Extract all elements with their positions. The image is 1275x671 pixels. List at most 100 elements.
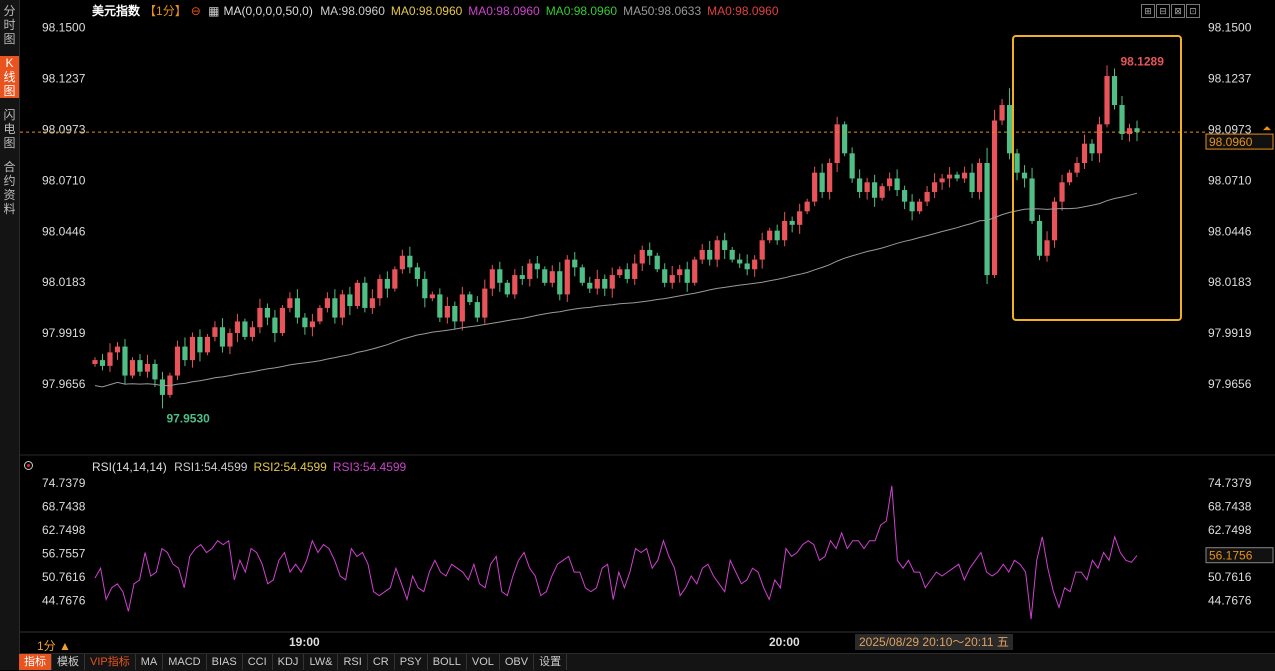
candle[interactable] <box>152 359 158 387</box>
candle[interactable] <box>864 177 870 200</box>
candle[interactable] <box>714 235 720 268</box>
candle[interactable] <box>407 246 413 274</box>
candle[interactable] <box>1134 120 1140 142</box>
candle[interactable] <box>1029 167 1035 224</box>
window-button-1[interactable]: ⊟ <box>1156 4 1170 18</box>
candle[interactable] <box>527 259 533 287</box>
candle[interactable] <box>1006 88 1013 160</box>
rsi-params[interactable]: RSI(14,14,14) <box>92 460 167 474</box>
candle[interactable] <box>692 256 698 286</box>
ma-settings-icon[interactable]: ▦ <box>208 4 219 18</box>
candle[interactable] <box>414 262 420 287</box>
indicator-tab-10[interactable]: CR <box>368 654 395 670</box>
candle[interactable] <box>279 305 286 336</box>
candle[interactable] <box>594 269 600 295</box>
candle[interactable] <box>474 296 480 323</box>
candle[interactable] <box>774 224 780 245</box>
window-button-0[interactable]: ⊞ <box>1141 4 1155 18</box>
period-selector[interactable]: 【1分】 <box>144 4 187 18</box>
candle[interactable] <box>984 147 990 285</box>
candle[interactable] <box>707 240 713 266</box>
candle[interactable] <box>459 286 465 331</box>
candle[interactable] <box>887 172 893 191</box>
candle[interactable] <box>1111 68 1118 110</box>
candle[interactable] <box>444 296 450 324</box>
candle[interactable] <box>812 166 818 207</box>
candle[interactable] <box>849 147 855 183</box>
candle[interactable] <box>512 269 518 299</box>
candle[interactable] <box>399 249 405 274</box>
candle[interactable] <box>317 305 323 325</box>
candle[interactable] <box>204 334 211 356</box>
candle[interactable] <box>302 313 308 335</box>
candle[interactable] <box>482 279 488 324</box>
indicator-tab-2[interactable]: VIP指标 <box>85 654 136 670</box>
candle[interactable] <box>1036 214 1043 261</box>
indicator-tab-6[interactable]: CCI <box>243 654 273 670</box>
candle[interactable] <box>564 255 570 302</box>
candle[interactable] <box>1119 95 1125 140</box>
candle[interactable] <box>309 313 315 337</box>
candle[interactable] <box>946 167 953 188</box>
candle[interactable] <box>722 232 728 260</box>
candle[interactable] <box>654 252 660 273</box>
candle[interactable] <box>744 254 750 276</box>
candle[interactable] <box>174 340 181 380</box>
candle[interactable] <box>1066 169 1073 186</box>
candle[interactable] <box>872 174 878 207</box>
candle[interactable] <box>234 313 241 343</box>
candle[interactable] <box>99 354 106 371</box>
candle[interactable] <box>159 371 166 409</box>
candle[interactable] <box>354 279 360 309</box>
candle[interactable] <box>467 291 473 306</box>
candle[interactable] <box>789 216 795 233</box>
candle[interactable] <box>257 298 263 334</box>
candle[interactable] <box>144 354 151 378</box>
candle[interactable] <box>752 255 758 277</box>
indicator-tab-1[interactable]: 模板 <box>52 654 85 670</box>
candle[interactable] <box>1051 197 1058 248</box>
candle[interactable] <box>669 265 675 289</box>
candle[interactable] <box>961 166 968 183</box>
indicator-tab-5[interactable]: BIAS <box>207 654 243 670</box>
candle[interactable] <box>339 289 345 326</box>
candle[interactable] <box>917 198 923 215</box>
ma-params[interactable]: MA(0,0,0,0,50,0) <box>223 4 312 18</box>
rsi-toggle-icon[interactable] <box>24 461 33 470</box>
indicator-tab-0[interactable]: 指标 <box>19 654 52 670</box>
candle[interactable] <box>954 171 960 182</box>
candle[interactable] <box>549 265 555 288</box>
candle[interactable] <box>924 185 930 207</box>
candle[interactable] <box>542 266 548 286</box>
candle[interactable] <box>857 169 863 198</box>
candle[interactable] <box>1074 157 1080 178</box>
indicator-tab-9[interactable]: RSI <box>338 654 368 670</box>
candle[interactable] <box>737 253 743 268</box>
period-label[interactable]: 1分 ▲ <box>37 637 71 654</box>
candle[interactable] <box>639 245 645 272</box>
candle[interactable] <box>819 163 825 198</box>
candle[interactable] <box>969 163 975 198</box>
candle[interactable] <box>107 343 113 372</box>
candle[interactable] <box>324 292 330 313</box>
candle[interactable] <box>249 321 256 342</box>
candle[interactable] <box>452 301 458 329</box>
candle[interactable] <box>677 264 683 283</box>
candle[interactable] <box>429 291 435 302</box>
candle[interactable] <box>647 242 653 265</box>
candle[interactable] <box>504 279 510 298</box>
indicator-tab-12[interactable]: BOLL <box>428 654 467 670</box>
candle[interactable] <box>384 271 390 298</box>
candle[interactable] <box>294 289 301 324</box>
candle[interactable] <box>572 252 578 277</box>
candle[interactable] <box>392 266 398 292</box>
candle[interactable] <box>437 288 443 323</box>
candle[interactable] <box>1089 139 1095 161</box>
candle[interactable] <box>662 263 668 288</box>
indicator-tab-4[interactable]: MACD <box>163 654 207 670</box>
candle[interactable] <box>519 265 525 285</box>
candle[interactable] <box>114 342 121 360</box>
candle[interactable] <box>931 173 938 198</box>
candle[interactable] <box>827 158 833 200</box>
candle[interactable] <box>1014 148 1020 181</box>
